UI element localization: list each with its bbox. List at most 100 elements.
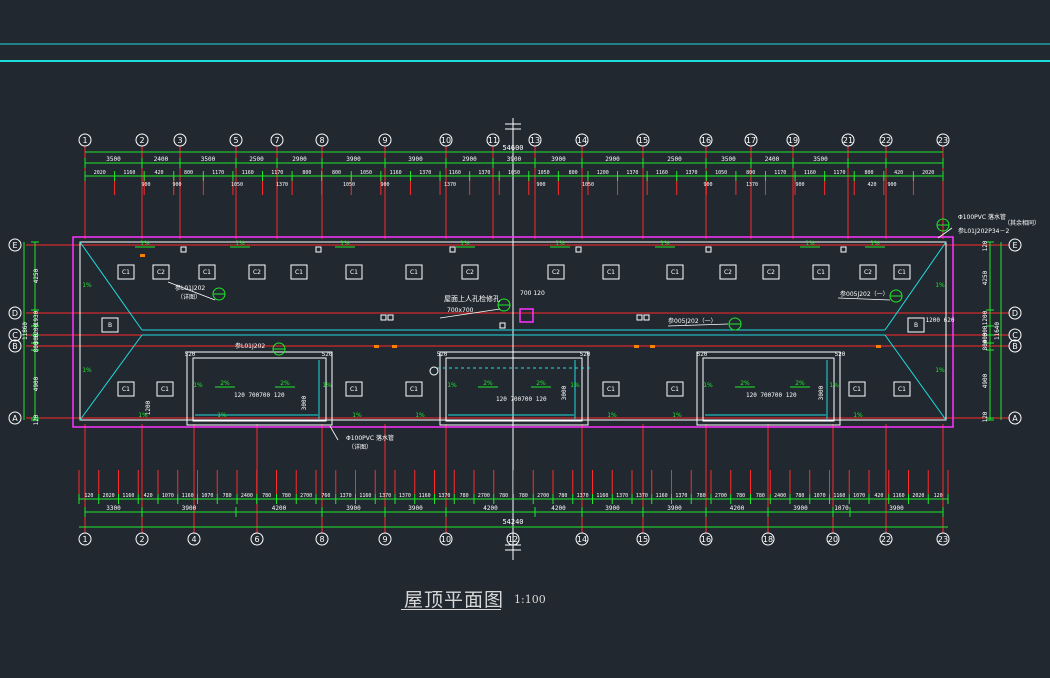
dimension-label: 1370 [636,493,648,499]
window-label: C1 [607,269,615,276]
dimension-label: 800 [746,170,755,176]
dimension-label: 420 [144,493,153,499]
dimension-label: 900 [887,182,896,188]
dimension-label: 120 700700 120 [234,392,285,399]
dimension-label: 2400 [154,156,169,163]
slope-label: 1% [82,367,92,374]
dimension-label: 520 [835,351,846,358]
dimension-label: 800 [982,339,989,350]
axis-label: 9 [382,535,387,544]
slope-label: 1% [672,412,682,419]
dimension-label: 420 [867,182,876,188]
dimension-label: 3900 [793,505,808,512]
dimension-label: 420 [874,493,883,499]
window-label: C2 [466,269,474,276]
title-underline [401,609,501,610]
dimension-label: 120 [84,493,93,499]
dimension-label: 1370 [626,170,638,176]
dimension-label: 1070 [162,493,174,499]
hip-line [884,334,947,421]
slope-label: 1% [660,240,670,247]
vent-square [387,314,394,321]
axis-label: E [1012,241,1017,250]
annotation-text: Φ100PVC 落水管 [958,213,1006,221]
slope-label: 2% [280,380,290,387]
dimension-label: 3000 [818,385,825,400]
axis-label: 16 [701,136,711,145]
dimension-label: 780 [262,493,271,499]
axis-label: 10 [441,136,451,145]
dimension-label: 900 [172,182,181,188]
dimension-label: 1170 [833,170,845,176]
leader-line [329,425,339,441]
dimension-label: 3900 [346,156,361,163]
dimension-label: 1160 [804,170,816,176]
dimension-label: 2700 [300,493,312,499]
dimension-label: 1160 [893,493,905,499]
axis-label: 18 [763,535,773,544]
window-label: C2 [157,269,165,276]
dimension-label: 4200 [730,505,745,512]
axis-label: 4 [191,535,196,544]
dimension-label: 900 [795,182,804,188]
dimension-label: 900 [703,182,712,188]
dimension-label: 2020 [912,493,924,499]
window-label: C1 [853,386,861,393]
window-label: B [108,322,112,329]
dimension-label: 3900 [408,505,423,512]
axis-label: A [1012,414,1018,423]
dimension-label: 520 [185,351,196,358]
axis-label: 21 [843,136,853,145]
dimension-label: 3900 [551,156,566,163]
dimension-label: 4250 [982,270,989,285]
dimension-label: 120 [33,414,40,425]
dimension-label: 1160 [123,170,135,176]
annotation-text: 参L01J202 [235,342,265,350]
dimension-label: 780 [460,493,469,499]
dimension-label: 1200 [982,310,989,325]
dimension-label: 800 [865,170,874,176]
drawing-title: 屋顶平面图 [404,589,505,611]
slope-label: 1% [935,367,945,374]
axis-label: 8 [319,535,324,544]
dimension-label: 3000 [561,385,568,400]
dimension-label: 1370 [746,182,758,188]
dimension-label: 900 [141,182,150,188]
dimension-label: 1160 [390,170,402,176]
dimension-label: 3900 [667,505,682,512]
axis-label: 22 [881,136,891,145]
axis-label: 15 [638,136,648,145]
dimension-label: 1070 [814,493,826,499]
dimension-label: 2020 [94,170,106,176]
dimension-label: 120 [982,411,989,422]
axis-label: 1 [82,535,87,544]
window-label: C1 [898,386,906,393]
slope-label: 1% [555,240,565,247]
window-label: C1 [161,386,169,393]
frame-lines [0,43,1050,62]
dimension-label: 1370 [340,493,352,499]
window-label: C2 [767,269,775,276]
window-label: C1 [817,269,825,276]
axis-label: B [1012,342,1018,351]
dimension-label: 4250 [33,268,40,283]
dimension-label: 520 [580,351,591,358]
dimension-label: 1160 [122,493,134,499]
slope-label: 1% [415,412,425,419]
dimension-label: 780 [697,493,706,499]
dimension-label: 1050 [360,170,372,176]
dimension-label: 520 [437,351,448,358]
axis-label: 3 [177,136,182,145]
window-label: C2 [724,269,732,276]
dimension-label: 1200 620 [926,317,955,324]
drain-marker [876,345,881,348]
dimension-label: 1170 [212,170,224,176]
axis-label: 17 [746,136,756,145]
dimension-label: 3900 [408,156,423,163]
dimension-label: 780 [736,493,745,499]
dimension-label: 780 [499,493,508,499]
overall-dimension-top: 54600 [502,144,523,152]
slope-label: 1% [352,412,362,419]
dimension-label: 2500 [667,156,682,163]
roof-hatch [519,308,534,323]
